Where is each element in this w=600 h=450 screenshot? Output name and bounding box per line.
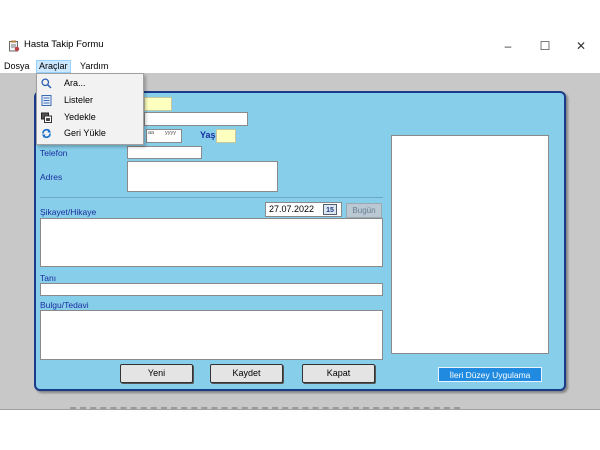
- close-window-button[interactable]: ✕: [566, 34, 596, 58]
- complaint-label: Şikayet/Hikaye: [40, 207, 97, 217]
- menu-item-ara-label: Ara...: [64, 78, 86, 88]
- minimize-button[interactable]: –: [493, 34, 523, 58]
- address-field[interactable]: [127, 161, 278, 192]
- menu-araclar[interactable]: Araçlar: [36, 60, 71, 73]
- findings-field[interactable]: [40, 310, 383, 360]
- app-icon: [8, 40, 20, 52]
- today-button[interactable]: Bugün: [346, 203, 382, 218]
- menu-item-ara[interactable]: [37, 74, 143, 91]
- calendar-icon[interactable]: 15: [323, 204, 337, 215]
- complaint-field[interactable]: [40, 218, 383, 267]
- restore-icon: [41, 128, 52, 139]
- list-icon: [41, 95, 52, 106]
- search-icon: [41, 78, 52, 89]
- phone-field[interactable]: [127, 146, 202, 159]
- menu-item-yedekle-label: Yedekle: [64, 112, 96, 122]
- menu-dosya[interactable]: Dosya: [2, 60, 32, 73]
- window-title: Hasta Takip Formu: [24, 39, 104, 50]
- maximize-button[interactable]: ☐: [530, 34, 560, 58]
- photo-box[interactable]: [391, 135, 549, 354]
- menu-item-geri-yukle-label: Geri Yükle: [64, 128, 106, 138]
- surname-field[interactable]: [144, 112, 248, 126]
- birth-month-placeholder: aa: [148, 130, 155, 136]
- name-field[interactable]: [144, 97, 172, 111]
- section-separator: [40, 197, 383, 198]
- age-field[interactable]: [216, 129, 236, 143]
- visit-date-value: 27.07.2022: [269, 204, 315, 214]
- backup-icon: [41, 112, 52, 123]
- save-button[interactable]: Kaydet: [210, 364, 283, 383]
- close-form-button[interactable]: Kapat: [302, 364, 375, 383]
- dashed-divider: [70, 407, 460, 409]
- diagnosis-label: Tanı: [40, 273, 57, 283]
- menu-yardim[interactable]: Yardım: [78, 60, 110, 73]
- diagnosis-field[interactable]: [40, 283, 383, 296]
- address-label: Adres: [40, 172, 63, 182]
- menu-item-listeler-label: Listeler: [64, 95, 94, 105]
- age-label: Yaş: [200, 130, 216, 140]
- advanced-application-button[interactable]: İleri Düzey Uygulama: [438, 367, 542, 382]
- findings-label: Bulgu/Tedavi: [40, 300, 89, 310]
- new-button[interactable]: Yeni: [120, 364, 193, 383]
- phone-label: Telefon: [40, 148, 68, 158]
- birth-year-placeholder: yyyy: [165, 130, 176, 136]
